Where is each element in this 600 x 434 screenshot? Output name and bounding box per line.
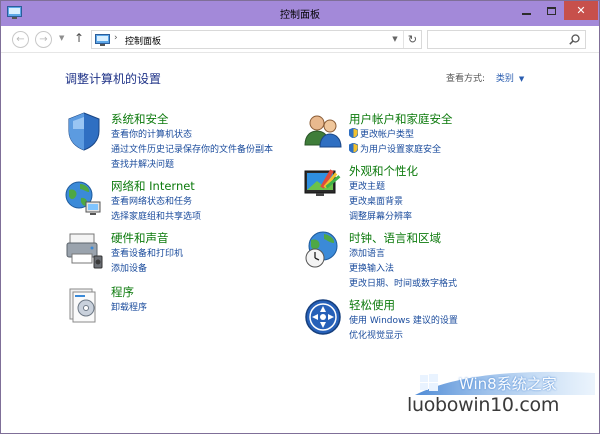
category-title-ease-of-access[interactable]: 轻松使用 bbox=[349, 297, 395, 313]
title-bar[interactable]: 控制面板 ✕ bbox=[1, 1, 599, 26]
category-title-hardware-sound[interactable]: 硬件和声音 bbox=[111, 230, 169, 246]
refresh-button[interactable]: ↻ bbox=[403, 31, 421, 48]
breadcrumb-separator[interactable]: › bbox=[114, 33, 118, 43]
link-uninstall-program[interactable]: 卸载程序 bbox=[111, 300, 147, 313]
link-devices-printers[interactable]: 查看设备和打印机 bbox=[111, 246, 183, 259]
uac-shield-icon bbox=[349, 143, 358, 153]
system-security-icon[interactable] bbox=[64, 111, 104, 151]
category-network-internet: 网络和 Internet 查看网络状态和任务 选择家庭组和共享选项 bbox=[64, 178, 294, 226]
category-title-system-security[interactable]: 系统和安全 bbox=[111, 111, 169, 127]
back-button[interactable]: ← bbox=[12, 31, 29, 48]
link-desktop-background[interactable]: 更改桌面背景 bbox=[349, 194, 403, 207]
category-clock-language-region: 时钟、语言和区域 添加语言 更换输入法 更改日期、时间或数字格式 bbox=[303, 230, 533, 290]
navigation-bar: ← → ▼ ↑ › 控制面板 ▼ ↻ bbox=[1, 26, 599, 53]
category-user-accounts: 用户帐户和家庭安全 更改帐户类型 为用户设置家庭安全 bbox=[303, 111, 533, 159]
category-title-network-internet[interactable]: 网络和 Internet bbox=[111, 178, 195, 194]
close-button[interactable]: ✕ bbox=[564, 1, 598, 20]
link-add-language[interactable]: 添加语言 bbox=[349, 246, 385, 259]
control-panel-icon bbox=[95, 34, 110, 46]
view-by-dropdown[interactable]: 类别 bbox=[496, 74, 514, 84]
breadcrumb-control-panel[interactable]: 控制面板 bbox=[125, 34, 161, 47]
search-icon[interactable] bbox=[569, 34, 580, 45]
category-system-security: 系统和安全 查看你的计算机状态 通过文件历史记录保存你的文件备份副本 查找并解决… bbox=[64, 111, 294, 171]
address-bar[interactable]: › 控制面板 ▼ ↻ bbox=[91, 30, 422, 49]
view-by-label: 查看方式: bbox=[446, 74, 486, 84]
user-accounts-icon[interactable] bbox=[303, 111, 343, 151]
hardware-sound-icon[interactable] bbox=[64, 230, 104, 270]
recent-locations-dropdown[interactable]: ▼ bbox=[59, 34, 64, 42]
link-family-safety[interactable]: 为用户设置家庭安全 bbox=[349, 142, 441, 155]
link-homegroup-sharing[interactable]: 选择家庭组和共享选项 bbox=[111, 209, 201, 222]
category-ease-of-access: 轻松使用 使用 Windows 建议的设置 优化视觉显示 bbox=[303, 297, 533, 345]
link-recommended-settings[interactable]: 使用 Windows 建议的设置 bbox=[349, 313, 458, 326]
link-view-computer-status[interactable]: 查看你的计算机状态 bbox=[111, 127, 192, 140]
category-title-clock-language-region[interactable]: 时钟、语言和区域 bbox=[349, 230, 441, 246]
category-title-programs[interactable]: 程序 bbox=[111, 284, 134, 300]
close-icon: ✕ bbox=[576, 4, 586, 17]
forward-button[interactable]: → bbox=[35, 31, 52, 48]
clock-language-icon[interactable] bbox=[303, 230, 343, 270]
watermark-logo-text: Win8系统之家 bbox=[459, 375, 557, 393]
network-internet-icon[interactable] bbox=[64, 178, 104, 218]
link-screen-resolution[interactable]: 调整屏幕分辨率 bbox=[349, 209, 412, 222]
control-panel-window: 控制面板 ✕ ← → ▼ ↑ › 控制面板 ▼ ↻ 调整计算机的设置 查看方式:… bbox=[0, 0, 600, 434]
link-change-theme[interactable]: 更改主题 bbox=[349, 179, 385, 192]
category-hardware-sound: 硬件和声音 查看设备和打印机 添加设备 bbox=[64, 230, 294, 278]
view-by: 查看方式: 类别 ▼ bbox=[446, 71, 524, 84]
link-network-status[interactable]: 查看网络状态和任务 bbox=[111, 194, 192, 207]
appearance-icon[interactable] bbox=[303, 163, 343, 203]
address-history-dropdown[interactable]: ▼ bbox=[388, 31, 402, 48]
chevron-down-icon[interactable]: ▼ bbox=[519, 75, 524, 83]
link-change-account-type-label[interactable]: 更改帐户类型 bbox=[360, 130, 414, 140]
uac-shield-icon bbox=[349, 128, 358, 138]
minimize-icon bbox=[522, 12, 531, 15]
link-change-account-type[interactable]: 更改帐户类型 bbox=[349, 127, 414, 140]
category-title-user-accounts[interactable]: 用户帐户和家庭安全 bbox=[349, 111, 453, 127]
category-appearance: 外观和个性化 更改主题 更改桌面背景 调整屏幕分辨率 bbox=[303, 163, 533, 223]
page-heading: 调整计算机的设置 bbox=[65, 72, 162, 86]
up-button[interactable]: ↑ bbox=[74, 31, 84, 45]
link-change-input-method[interactable]: 更换输入法 bbox=[349, 261, 394, 274]
search-box[interactable] bbox=[427, 30, 586, 49]
maximize-icon bbox=[547, 6, 556, 15]
link-date-time-format[interactable]: 更改日期、时间或数字格式 bbox=[349, 276, 457, 289]
category-programs: 程序 卸载程序 bbox=[64, 284, 294, 324]
link-add-device[interactable]: 添加设备 bbox=[111, 261, 147, 274]
link-family-safety-label[interactable]: 为用户设置家庭安全 bbox=[360, 145, 441, 155]
link-troubleshoot[interactable]: 查找并解决问题 bbox=[111, 157, 174, 170]
maximize-button[interactable] bbox=[539, 1, 564, 20]
link-optimize-visual-display[interactable]: 优化视觉显示 bbox=[349, 328, 403, 341]
minimize-button[interactable] bbox=[514, 1, 539, 20]
ease-of-access-icon[interactable] bbox=[303, 297, 343, 337]
link-file-history-backup[interactable]: 通过文件历史记录保存你的文件备份副本 bbox=[111, 142, 273, 155]
programs-icon[interactable] bbox=[64, 284, 104, 324]
window-title: 控制面板 bbox=[280, 10, 320, 21]
watermark-site-text: luobowin10.com bbox=[407, 394, 560, 416]
category-title-appearance[interactable]: 外观和个性化 bbox=[349, 163, 418, 179]
